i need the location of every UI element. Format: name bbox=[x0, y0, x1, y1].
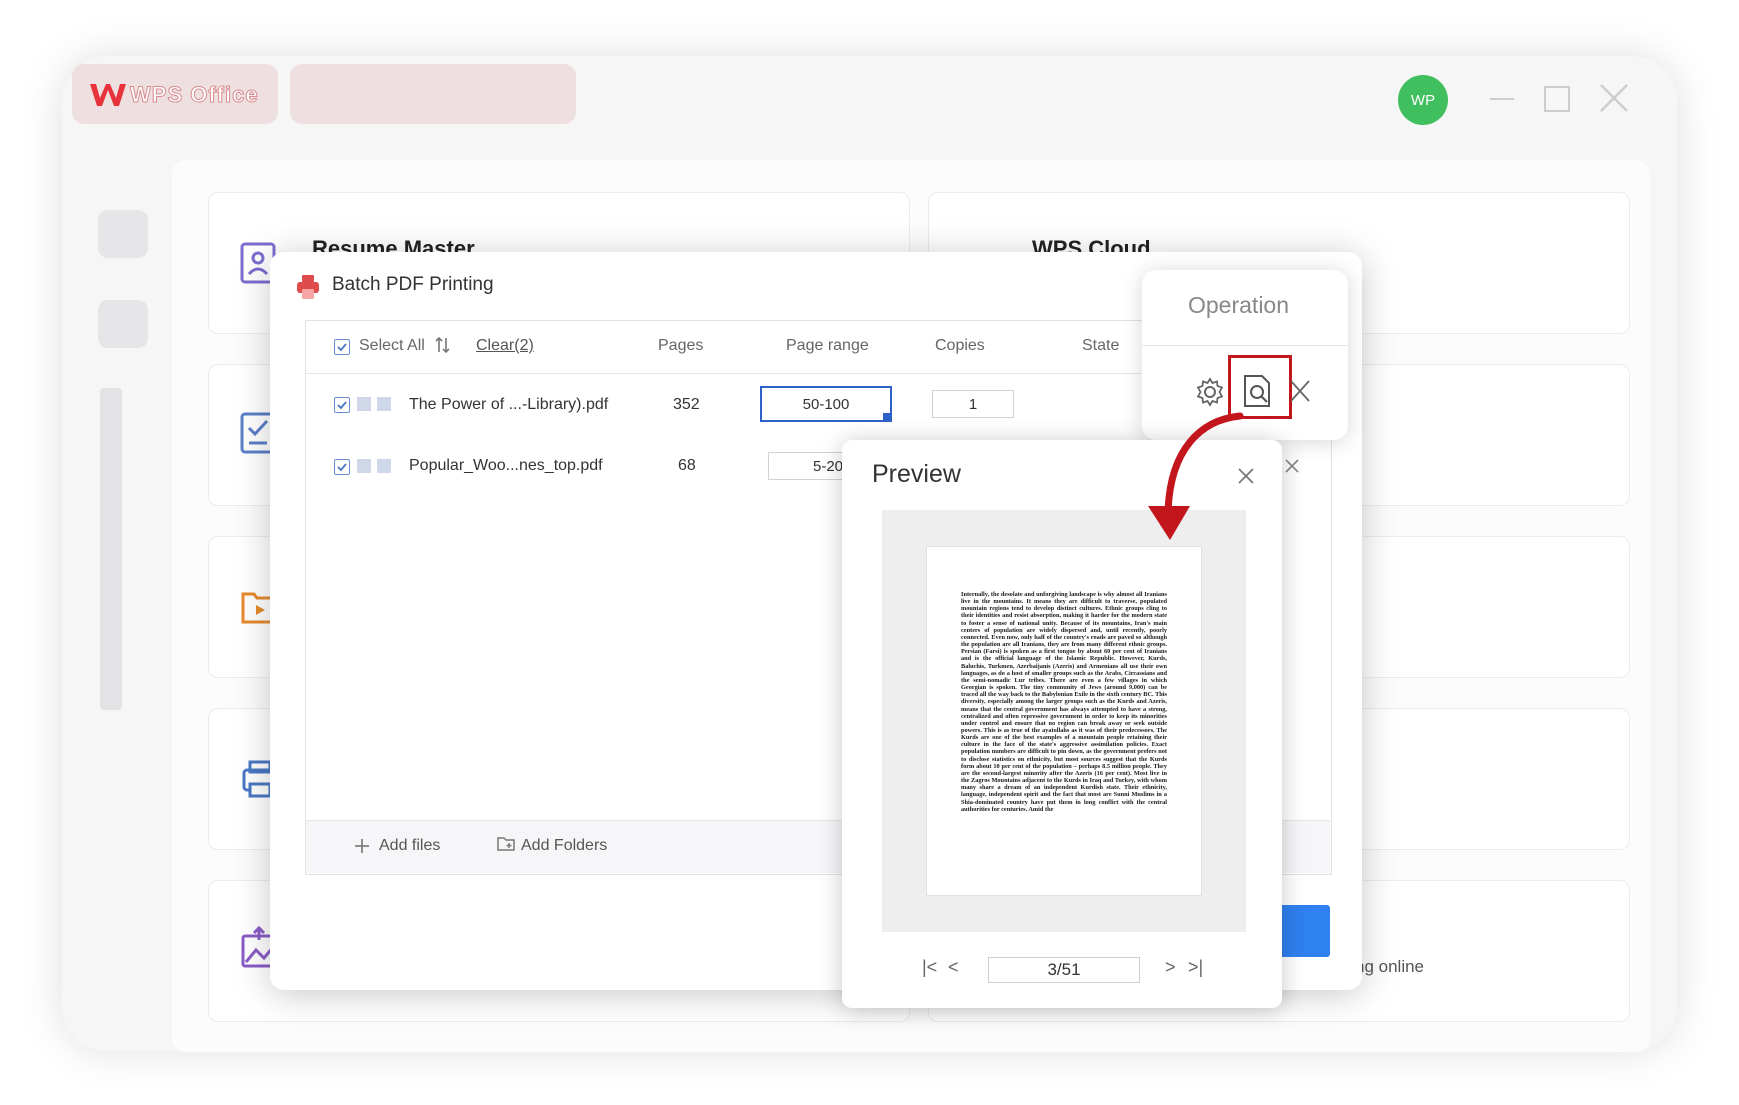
brand-name: WPS Office bbox=[130, 82, 259, 108]
file-checkbox[interactable] bbox=[334, 459, 350, 475]
rail-button-2[interactable] bbox=[98, 300, 148, 348]
remove-file-icon[interactable] bbox=[1284, 458, 1300, 474]
copies-input[interactable]: 1 bbox=[932, 390, 1014, 418]
column-state: State bbox=[1082, 337, 1120, 354]
preview-title: Preview bbox=[872, 460, 961, 488]
left-scrollbar[interactable] bbox=[100, 388, 122, 710]
move-down-icon[interactable] bbox=[377, 459, 391, 473]
document-tab[interactable] bbox=[290, 64, 576, 124]
add-folders-button[interactable]: Add Folders bbox=[521, 837, 607, 855]
column-pages: Pages bbox=[658, 337, 704, 354]
file-pages: 352 bbox=[673, 396, 700, 413]
dialog-title: Batch PDF Printing bbox=[332, 274, 494, 295]
add-files-button[interactable]: Add files bbox=[379, 837, 440, 855]
plus-icon bbox=[355, 839, 369, 853]
move-down-icon[interactable] bbox=[377, 397, 391, 411]
prev-page-button[interactable]: < bbox=[948, 957, 959, 978]
move-up-icon[interactable] bbox=[357, 459, 371, 473]
minimize-icon[interactable] bbox=[1490, 98, 1514, 100]
move-up-icon[interactable] bbox=[357, 397, 371, 411]
window-close-icon[interactable] bbox=[1598, 82, 1630, 114]
column-copies: Copies bbox=[935, 337, 985, 354]
rail-button-1[interactable] bbox=[98, 210, 148, 258]
check-icon bbox=[337, 463, 347, 472]
page-indicator-input[interactable]: 3/51 bbox=[988, 957, 1140, 983]
close-icon[interactable] bbox=[1289, 379, 1311, 403]
column-page-range: Page range bbox=[786, 337, 869, 354]
clear-link[interactable]: Clear(2) bbox=[476, 337, 534, 355]
check-icon bbox=[337, 343, 347, 352]
next-page-button[interactable]: > bbox=[1165, 957, 1176, 978]
operation-title: Operation bbox=[1188, 292, 1290, 318]
select-all-label[interactable]: Select All bbox=[359, 337, 425, 355]
resize-handle[interactable] bbox=[883, 413, 891, 421]
gear-icon[interactable] bbox=[1195, 377, 1225, 407]
operation-divider bbox=[1142, 345, 1348, 346]
file-name: Popular_Woo...nes_top.pdf bbox=[409, 457, 603, 474]
page-range-value: 5-20 bbox=[813, 457, 844, 475]
page-range-value: 50-100 bbox=[802, 395, 850, 413]
file-pages: 68 bbox=[678, 457, 696, 474]
maximize-icon[interactable] bbox=[1544, 86, 1570, 112]
sort-icon[interactable] bbox=[435, 336, 451, 354]
file-name: The Power of ...-Library).pdf bbox=[409, 396, 609, 413]
select-all-checkbox[interactable] bbox=[334, 339, 350, 355]
online-card-text: ng online bbox=[1355, 957, 1425, 976]
preview-page: Internally, the desolate and unforgiving… bbox=[926, 546, 1202, 896]
first-page-button[interactable]: |< bbox=[922, 957, 937, 978]
printer-icon bbox=[297, 275, 319, 299]
last-page-button[interactable]: >| bbox=[1188, 957, 1203, 978]
page-range-input[interactable]: 50-100 bbox=[760, 386, 892, 422]
check-icon bbox=[337, 401, 347, 410]
wps-logo-icon bbox=[90, 84, 126, 106]
preview-page-text: Internally, the desolate and unforgiving… bbox=[961, 591, 1167, 813]
user-avatar[interactable]: WP bbox=[1398, 75, 1448, 125]
annotation-arrow bbox=[1148, 412, 1244, 540]
copies-value: 1 bbox=[968, 395, 978, 413]
add-folder-icon bbox=[497, 837, 515, 851]
file-checkbox[interactable] bbox=[334, 397, 350, 413]
